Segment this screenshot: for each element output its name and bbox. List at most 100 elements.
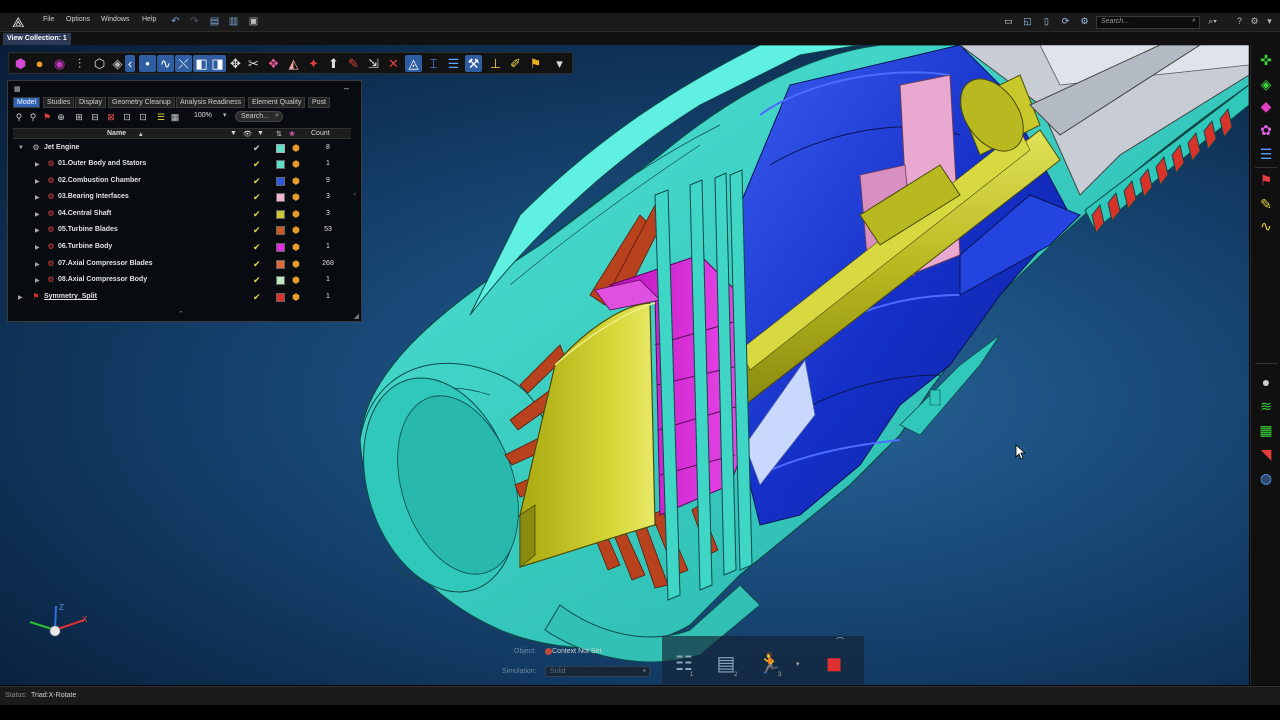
tree-row-part[interactable]: ▶ ⚙ 05.Turbine Blades ✔ ⬢ 53: [13, 223, 351, 239]
line-icon[interactable]: ⤬: [175, 55, 192, 72]
expand-arrow-icon[interactable]: ▶: [35, 227, 40, 234]
layers-icon[interactable]: ☰: [445, 55, 462, 72]
tab-analysis-readiness[interactable]: Analysis Readiness: [176, 97, 246, 108]
move-icon[interactable]: ✥: [227, 55, 244, 72]
isolate-icon[interactable]: ⊞: [73, 111, 85, 123]
visibility-check-icon[interactable]: ✔: [253, 275, 261, 285]
color-swatch[interactable]: [276, 259, 285, 269]
pen-icon[interactable]: ✐: [507, 55, 524, 72]
name-column-header[interactable]: Name: [107, 130, 126, 137]
midsurface-icon[interactable]: ⬆: [325, 55, 342, 72]
tree-row-part[interactable]: ▶ ⚙ 01.Outer Body and Stators ✔ ⬢ 1: [13, 157, 351, 173]
cube-icon[interactable]: ⬡: [91, 55, 108, 72]
sphere-icon[interactable]: ●: [31, 55, 48, 72]
filter-icon[interactable]: ⚲: [13, 111, 25, 123]
document-icon[interactable]: ▯: [1041, 16, 1052, 27]
expand-arrow-icon[interactable]: ▶: [18, 294, 23, 301]
more-icon[interactable]: ▾: [1264, 16, 1275, 27]
menu-help[interactable]: Help: [142, 16, 156, 23]
scroll-arrow-icon[interactable]: ‹: [354, 191, 356, 198]
visibility-check-icon[interactable]: ✔: [253, 159, 261, 169]
solver-select[interactable]: Solid ▾: [545, 666, 650, 677]
measure-icon[interactable]: ◬: [405, 55, 422, 72]
collapse-arrow-icon[interactable]: ▼: [18, 145, 24, 151]
window-icon[interactable]: ▭: [1003, 16, 1014, 27]
network-icon[interactable]: ⚙: [1079, 16, 1090, 27]
tree-row-part[interactable]: ▶ ⚙ 06.Turbine Body ✔ ⬢ 1: [13, 240, 351, 256]
tool-icon[interactable]: ⚒: [465, 55, 482, 72]
expand-arrow-icon[interactable]: ▶: [35, 161, 40, 168]
tree-icon[interactable]: ⚑: [41, 111, 53, 123]
save-as-icon[interactable]: ▥: [228, 16, 239, 27]
move-tool-icon[interactable]: ✜: [1257, 51, 1275, 69]
step-checklist-icon[interactable]: ☷: [666, 648, 702, 680]
delete-icon[interactable]: ⊠: [105, 111, 117, 123]
edit-icon[interactable]: ✎: [345, 55, 362, 72]
shoe-icon[interactable]: ◥: [1257, 445, 1275, 463]
results-contour-icon[interactable]: ◼: [816, 648, 852, 680]
tab-post[interactable]: Post: [308, 97, 331, 108]
browser-search-input[interactable]: Search... ⌕: [235, 111, 283, 122]
visibility-check-icon[interactable]: ✔: [253, 225, 261, 235]
tree-row-part[interactable]: ▶ ⚙ 07.Axial Compressor Blades ✔ ⬢ 268: [13, 257, 351, 273]
view-collection-tab[interactable]: View Collection: 1: [3, 33, 71, 45]
settings-gear-icon[interactable]: ⚙: [1249, 16, 1260, 27]
triad-widget[interactable]: Z X: [20, 598, 100, 648]
visibility-check-icon[interactable]: ✔: [253, 242, 261, 252]
axis-icon[interactable]: ⊥: [487, 55, 504, 72]
visibility-check-icon[interactable]: ✔: [253, 259, 261, 269]
tab-studies[interactable]: Studies: [43, 97, 75, 108]
color-swatch[interactable]: [276, 176, 285, 186]
solid-icon[interactable]: ◨: [209, 55, 226, 72]
tab-model[interactable]: Model: [13, 97, 41, 108]
globe-icon[interactable]: ◍: [1257, 469, 1275, 487]
search-options-icon[interactable]: ⌕▾: [1207, 16, 1218, 27]
expand-arrow-icon[interactable]: ▶: [35, 194, 40, 201]
column-filter-icon[interactable]: ▼: [230, 130, 237, 137]
collapse-icon[interactable]: ⊡: [137, 111, 149, 123]
save-icon[interactable]: ▣: [248, 16, 259, 27]
split-icon[interactable]: ⫶: [71, 55, 88, 72]
color-swatch[interactable]: [276, 160, 285, 169]
flag-icon[interactable]: ⚑: [527, 55, 544, 72]
color-swatch[interactable]: [276, 209, 285, 219]
expand-icon[interactable]: ⊡: [121, 111, 133, 123]
visibility-check-icon[interactable]: ✔: [253, 292, 261, 302]
menu-windows[interactable]: Windows: [101, 16, 129, 23]
layers-green-icon[interactable]: ≋: [1257, 397, 1275, 415]
surface-icon[interactable]: ◧: [193, 55, 210, 72]
expand-arrow-icon[interactable]: ▶: [35, 261, 40, 268]
tray-grip-icon[interactable]: ⌒: [836, 636, 844, 647]
tree-row-part[interactable]: ▶ ⚙ 08.Axial Compressor Body ✔ ⬢ 1: [13, 273, 351, 289]
tab-element-quality[interactable]: Element Quality: [248, 97, 306, 108]
step-map-icon[interactable]: ▤: [708, 648, 744, 680]
list-icon[interactable]: ☰: [1257, 145, 1275, 163]
filter-header-icon[interactable]: ▼: [257, 130, 264, 137]
flag-red-icon[interactable]: ⚑: [1257, 171, 1275, 189]
color-swatch[interactable]: [276, 226, 285, 236]
menu-options[interactable]: Options: [66, 16, 90, 23]
panel-minimize-button[interactable]: –: [344, 83, 349, 93]
shape-icon[interactable]: ◉: [51, 55, 68, 72]
sync-icon[interactable]: ⟳: [1060, 16, 1071, 27]
expand-arrow-icon[interactable]: ▶: [35, 178, 40, 185]
point-icon[interactable]: •: [139, 55, 156, 72]
hide-icon[interactable]: ⊟: [89, 111, 101, 123]
panel-grip-icon[interactable]: ▦: [14, 85, 21, 93]
zoom-dropdown-icon[interactable]: ▾: [223, 111, 227, 119]
monitor-icon[interactable]: ◱: [1022, 16, 1033, 27]
color-icon[interactable]: ◆: [1257, 97, 1275, 115]
fill-icon[interactable]: ◭: [285, 55, 302, 72]
expand-arrow-icon[interactable]: ▶: [35, 277, 40, 284]
tree-row-symmetry[interactable]: ▶ ⚑ Symmetry_Split ✔ ⬢ 1: [13, 290, 351, 306]
part-icon[interactable]: ⬢: [12, 55, 29, 72]
visibility-check-icon[interactable]: ✔: [253, 192, 261, 202]
tree-row-root[interactable]: ▼ ⚙ Jet Engine ✔ ⬢ 8: [13, 141, 351, 157]
defeature-icon[interactable]: ✦: [305, 55, 322, 72]
cube-edit-icon[interactable]: ◈: [109, 55, 126, 72]
show-icon[interactable]: ⊕: [55, 111, 67, 123]
cross-icon[interactable]: ✕: [385, 55, 402, 72]
context-value[interactable]: Context Not Set: [552, 648, 601, 655]
dropdown-icon[interactable]: ▾: [551, 55, 568, 72]
grid-view-icon[interactable]: ▦: [169, 111, 181, 123]
